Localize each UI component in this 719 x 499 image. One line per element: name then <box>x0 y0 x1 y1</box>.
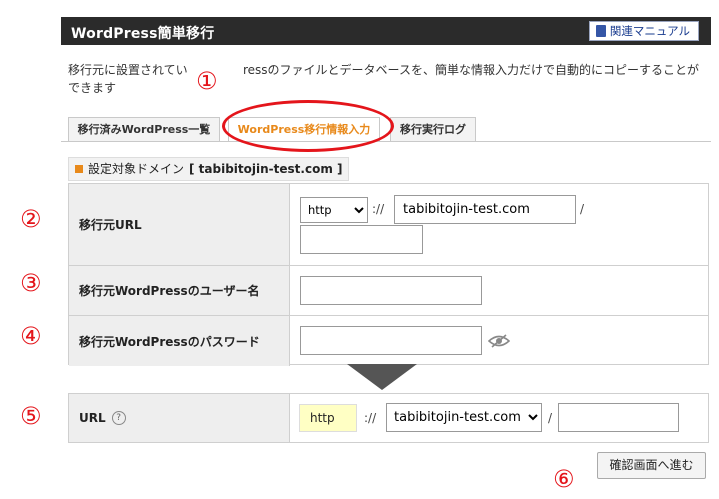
description-line1a: 移行元に設置されてい <box>68 63 188 77</box>
section-label-text: 設定対象ドメイン <box>88 162 185 176</box>
tab-migrated-list[interactable]: 移行済みWordPress一覧 <box>68 117 220 141</box>
marker-2: ② <box>20 205 42 233</box>
dest-protocol: http <box>299 404 357 432</box>
marker-3: ③ <box>20 269 42 297</box>
dest-path-input[interactable] <box>558 403 679 432</box>
source-url-value: http https :// / <box>290 184 708 265</box>
dest-protocol-separator: :// <box>364 411 377 425</box>
book-icon <box>595 25 606 37</box>
marker-5: ⑤ <box>20 402 42 430</box>
source-form-table: 移行元URL http https :// / 移行元WordPressのユーザ… <box>68 183 709 366</box>
source-path-input[interactable] <box>300 225 423 254</box>
manual-button[interactable]: 関連マニュアル <box>588 21 699 41</box>
dest-url-row: URL ? http :// tabibitojin-test.com / <box>69 394 708 442</box>
marker-4: ④ <box>20 322 42 350</box>
marker-1: ① <box>196 67 218 95</box>
dest-url-label-text: URL <box>79 411 106 425</box>
tab-divider <box>61 141 711 142</box>
dest-form-table: URL ? http :// tabibitojin-test.com / <box>68 393 709 443</box>
highlight-ellipse <box>222 100 394 152</box>
source-url-row: 移行元URL http https :// / <box>69 184 708 265</box>
password-label: 移行元WordPressのパスワード <box>69 316 290 366</box>
username-input[interactable] <box>300 276 482 305</box>
eye-slash-icon[interactable] <box>488 334 510 348</box>
tab-migration-log[interactable]: 移行実行ログ <box>390 117 476 141</box>
target-domain-section: 設定対象ドメイン [ tabibitojin-test.com ] <box>68 157 709 181</box>
page-title: WordPress簡単移行 <box>71 26 215 42</box>
dest-path-slash: / <box>548 411 553 425</box>
confirm-button[interactable]: 確認画面へ進む <box>597 452 706 479</box>
manual-label: 関連マニュアル <box>609 24 690 38</box>
password-row: 移行元WordPressのパスワード <box>69 315 708 366</box>
target-domain: [ tabibitojin-test.com ] <box>189 162 343 176</box>
description-line2: できます <box>68 81 117 95</box>
path-slash: / <box>580 202 585 216</box>
source-domain-input[interactable] <box>394 195 576 224</box>
marker-6: ⑥ <box>553 465 575 493</box>
protocol-separator: :// <box>372 202 385 216</box>
dest-domain-select[interactable]: tabibitojin-test.com <box>386 403 542 432</box>
bullet-icon <box>75 165 83 173</box>
page-header: WordPress簡単移行 関連マニュアル <box>61 17 711 45</box>
dest-url-label: URL ? <box>69 394 290 442</box>
description-line1b: ressのファイルとデータベースを、簡単な情報入力だけで自動的にコピーすることが <box>243 63 699 77</box>
source-url-label: 移行元URL <box>69 184 290 265</box>
username-value <box>290 266 708 315</box>
dest-url-value: http :// tabibitojin-test.com / <box>290 394 708 442</box>
username-label: 移行元WordPressのユーザー名 <box>69 266 290 315</box>
target-domain-label: 設定対象ドメイン [ tabibitojin-test.com ] <box>68 157 350 181</box>
down-arrow-icon <box>347 364 417 390</box>
help-icon[interactable]: ? <box>111 411 126 425</box>
password-input[interactable] <box>300 326 482 355</box>
username-row: 移行元WordPressのユーザー名 <box>69 265 708 315</box>
password-value <box>290 316 708 366</box>
source-protocol-select[interactable]: http https <box>300 197 368 223</box>
